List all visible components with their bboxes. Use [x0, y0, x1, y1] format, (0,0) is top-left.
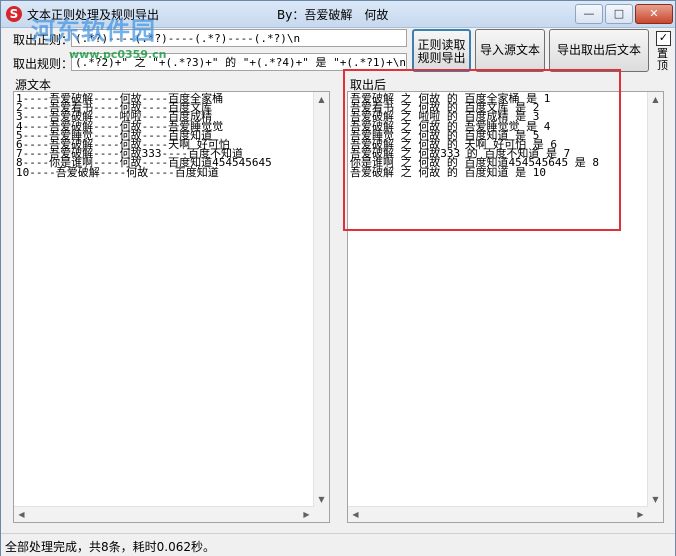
app-window: S 文本正则处理及规则导出 By：吾爱破解 何故 — □ ✕ 取出正则： (.*…	[0, 0, 676, 556]
result-vertical-scrollbar[interactable]: ▲ ▼	[647, 92, 663, 522]
import-source-button[interactable]: 导入源文本	[475, 29, 545, 72]
regex-input[interactable]: (.*?)----(.*?)----(.*?)----(.*?)\n	[71, 29, 407, 47]
regex-read-label-2: 规则导出	[417, 51, 466, 65]
result-text-area[interactable]: 吾爱破解 之 何故 的 百度全家桶 是 1 吾爱看书 之 何故 的 百度文库 是 …	[347, 91, 664, 523]
source-vertical-scrollbar[interactable]: ▲ ▼	[313, 92, 329, 522]
minimize-button[interactable]: —	[575, 4, 603, 24]
regex-label: 取出正则：	[13, 33, 74, 47]
topmost-label: 置顶	[657, 47, 668, 72]
output-rule-input[interactable]: (.*?2)+" 之 "+(.*?3)+" 的 "+(.*?4)+" 是 "+(…	[71, 53, 407, 71]
result-line-list: 吾爱破解 之 何故 的 百度全家桶 是 1 吾爱看书 之 何故 的 百度文库 是 …	[348, 92, 663, 179]
maximize-button[interactable]: □	[605, 4, 633, 24]
source-horizontal-scrollbar[interactable]: ◀ ▶	[14, 506, 314, 522]
topmost-checkbox[interactable]: ✓	[656, 31, 671, 46]
output-rule-label: 取出规则：	[13, 57, 74, 71]
source-line-list: 1----吾爱破解----何故----百度全家桶 2----吾爱看书----何故-…	[14, 92, 329, 179]
source-text-area[interactable]: 1----吾爱破解----何故----百度全家桶 2----吾爱看书----何故-…	[13, 91, 330, 523]
app-logo-icon: S	[6, 6, 22, 22]
scroll-right-icon[interactable]: ▶	[633, 507, 648, 522]
export-result-button[interactable]: 导出取出后文本	[549, 29, 649, 72]
scroll-up-icon[interactable]: ▲	[314, 92, 329, 107]
status-text: 全部处理完成，共8条，耗时0.062秒。	[5, 540, 215, 554]
scroll-up-icon[interactable]: ▲	[648, 92, 663, 107]
scroll-left-icon[interactable]: ◀	[348, 507, 363, 522]
scroll-right-icon[interactable]: ▶	[299, 507, 314, 522]
regex-read-export-button[interactable]: 正则读取 规则导出	[412, 29, 471, 72]
title-bar[interactable]: S 文本正则处理及规则导出 By：吾爱破解 何故 — □ ✕	[1, 1, 675, 28]
result-horizontal-scrollbar[interactable]: ◀ ▶	[348, 506, 648, 522]
window-byline: By：吾爱破解 何故	[277, 8, 389, 22]
source-line: 10----吾爱破解----何故----百度知道	[16, 165, 219, 179]
scroll-left-icon[interactable]: ◀	[14, 507, 29, 522]
status-bar: 全部处理完成，共8条，耗时0.062秒。	[1, 533, 675, 556]
close-button[interactable]: ✕	[635, 4, 673, 24]
result-line: 吾爱破解 之 何故 的 百度知道 是 10	[350, 165, 546, 179]
scroll-down-icon[interactable]: ▼	[314, 492, 329, 507]
window-title: 文本正则处理及规则导出	[27, 8, 160, 22]
scroll-down-icon[interactable]: ▼	[648, 492, 663, 507]
